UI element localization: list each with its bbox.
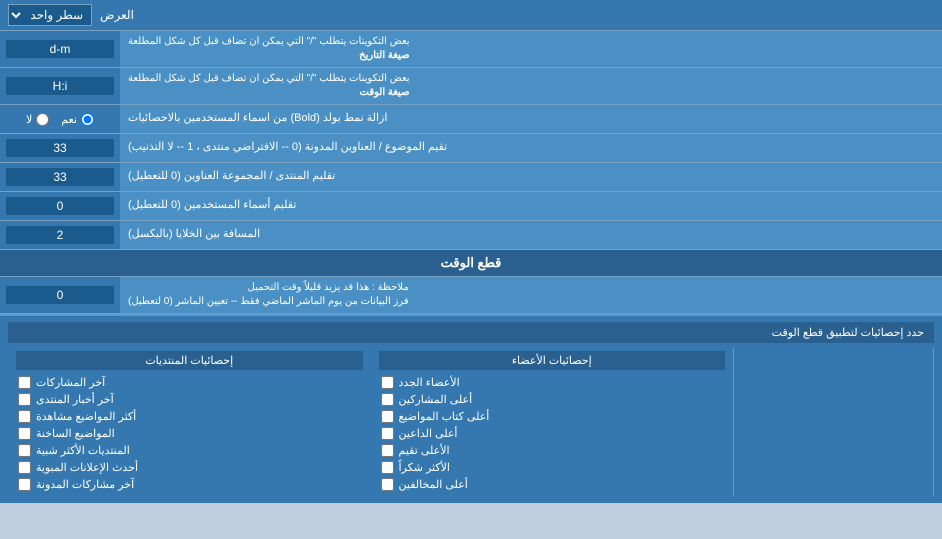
new-members-item: الأعضاء الجدد bbox=[379, 374, 726, 391]
date-format-row: بعض التكوينات يتطلب "/" التي يمكن ان تضا… bbox=[0, 31, 942, 68]
date-format-input[interactable] bbox=[6, 40, 114, 58]
bottom-section: حدد إحصائيات لتطبيق قطع الوقت إحصائيات ا… bbox=[0, 314, 942, 503]
bold-no-label[interactable]: لا bbox=[26, 113, 49, 126]
top-lurkers-item: أعلى المخالفين bbox=[379, 476, 726, 493]
username-order-input-cell bbox=[0, 192, 120, 220]
latest-ads-checkbox[interactable] bbox=[18, 461, 31, 474]
latest-topics-item: المواضيع الساخنة bbox=[16, 425, 363, 442]
bold-remove-row: ازالة نمط بولد (Bold) من اسماء المستخدمي… bbox=[0, 105, 942, 134]
latest-forum-news-item: آخر أخبار المنتدى bbox=[16, 391, 363, 408]
member-stats-col: إحصائيات الأعضاء الأعضاء الجدد أعلى المش… bbox=[371, 347, 735, 497]
date-format-label: بعض التكوينات يتطلب "/" التي يمكن ان تضا… bbox=[120, 31, 942, 67]
time-format-input-cell bbox=[0, 68, 120, 104]
forum-order-input-cell bbox=[0, 163, 120, 191]
apply-label: حدد إحصائيات لتطبيق قطع الوقت bbox=[8, 322, 934, 343]
most-similar-forums-checkbox[interactable] bbox=[18, 444, 31, 457]
forum-order-row: تقليم المنتدى / المجموعة العناوين (0 للت… bbox=[0, 163, 942, 192]
most-viewed-item: أكثر المواضيع مشاهدة bbox=[16, 408, 363, 425]
member-stats-title: إحصائيات الأعضاء bbox=[379, 351, 726, 370]
top-raters-checkbox[interactable] bbox=[381, 444, 394, 457]
top-topic-writers-checkbox[interactable] bbox=[381, 410, 394, 423]
content-stats-title: إحصائيات المنتديات bbox=[16, 351, 363, 370]
time-format-input[interactable] bbox=[6, 77, 114, 95]
latest-topics-checkbox[interactable] bbox=[18, 427, 31, 440]
most-thanks-checkbox[interactable] bbox=[381, 461, 394, 474]
username-order-label: تقليم أسماء المستخدمين (0 للتعطيل) bbox=[120, 192, 942, 220]
top-topic-writers-item: أعلى كتاب المواضيع bbox=[379, 408, 726, 425]
realtime-filter-input-cell bbox=[0, 277, 120, 313]
forum-order-label: تقليم المنتدى / المجموعة العناوين (0 للت… bbox=[120, 163, 942, 191]
subject-order-input-cell bbox=[0, 134, 120, 162]
last-posts-item: آخر المشاركات bbox=[16, 374, 363, 391]
subject-order-label: تقيم الموضوع / العناوين المدونة (0 -- ال… bbox=[120, 134, 942, 162]
cell-spacing-label: المسافة بين الخلايا (بالبكسل) bbox=[120, 221, 942, 249]
top-raters-item: الأعلى تقيم bbox=[379, 442, 726, 459]
bold-remove-label: ازالة نمط بولد (Bold) من اسماء المستخدمي… bbox=[120, 105, 942, 133]
realtime-filter-label: ملاحظة : هذا قد يزيد قليلاً وقت التحميل … bbox=[120, 277, 942, 313]
realtime-filter-input[interactable] bbox=[6, 286, 114, 304]
username-order-input[interactable] bbox=[6, 197, 114, 215]
date-format-input-cell bbox=[0, 31, 120, 67]
bold-radio-group: نعم لا bbox=[26, 113, 94, 126]
display-row: العرض سطر واحدسطرينثلاثة أسطر bbox=[0, 0, 942, 31]
bold-no-radio[interactable] bbox=[36, 113, 49, 126]
apply-side bbox=[734, 347, 934, 497]
subject-order-row: تقيم الموضوع / العناوين المدونة (0 -- ال… bbox=[0, 134, 942, 163]
most-similar-forums-item: المنتديات الأكثر شبية bbox=[16, 442, 363, 459]
cell-spacing-row: المسافة بين الخلايا (بالبكسل) bbox=[0, 221, 942, 250]
last-posts-checkbox[interactable] bbox=[18, 376, 31, 389]
time-format-row: بعض التكوينات يتطلب "/" التي يمكن ان تضا… bbox=[0, 68, 942, 105]
bold-yes-label[interactable]: نعم bbox=[61, 113, 94, 126]
display-label: العرض bbox=[100, 8, 134, 22]
cell-spacing-input-cell bbox=[0, 221, 120, 249]
latest-ads-item: أحدث الإعلانات المبوية bbox=[16, 459, 363, 476]
top-posters-checkbox[interactable] bbox=[381, 393, 394, 406]
subject-order-input[interactable] bbox=[6, 139, 114, 157]
latest-forum-news-checkbox[interactable] bbox=[18, 393, 31, 406]
new-members-checkbox[interactable] bbox=[381, 376, 394, 389]
latest-bookmarks-item: آخر مشاركات المدونة bbox=[16, 476, 363, 493]
bold-yes-radio[interactable] bbox=[81, 113, 94, 126]
cell-spacing-input[interactable] bbox=[6, 226, 114, 244]
top-lurkers-checkbox[interactable] bbox=[381, 478, 394, 491]
top-posters-item: أعلى المشاركين bbox=[379, 391, 726, 408]
latest-bookmarks-checkbox[interactable] bbox=[18, 478, 31, 491]
top-referrers-checkbox[interactable] bbox=[381, 427, 394, 440]
checkbox-columns: إحصائيات الأعضاء الأعضاء الجدد أعلى المش… bbox=[8, 347, 934, 497]
display-dropdown[interactable]: سطر واحدسطرينثلاثة أسطر bbox=[8, 4, 92, 26]
time-format-label: بعض التكوينات يتطلب "/" التي يمكن ان تضا… bbox=[120, 68, 942, 104]
most-viewed-checkbox[interactable] bbox=[18, 410, 31, 423]
forum-order-input[interactable] bbox=[6, 168, 114, 186]
bold-remove-radio-cell: نعم لا bbox=[0, 105, 120, 133]
realtime-section-header: قطع الوقت bbox=[0, 250, 942, 277]
most-thanks-item: الأكثر شكراً bbox=[379, 459, 726, 476]
username-order-row: تقليم أسماء المستخدمين (0 للتعطيل) bbox=[0, 192, 942, 221]
content-stats-col: إحصائيات المنتديات آخر المشاركات آخر أخب… bbox=[8, 347, 371, 497]
realtime-filter-row: ملاحظة : هذا قد يزيد قليلاً وقت التحميل … bbox=[0, 277, 942, 314]
top-referrers-item: أعلى الداعين bbox=[379, 425, 726, 442]
